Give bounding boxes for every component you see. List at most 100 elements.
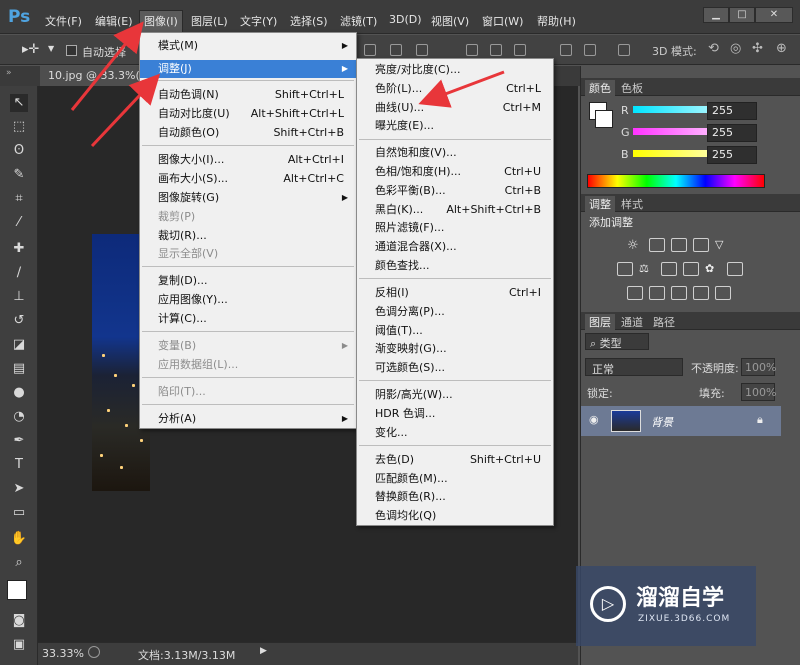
status-arrow-icon[interactable]: ▶: [260, 646, 267, 656]
menu-help[interactable]: 帮助(H): [537, 13, 576, 29]
3d-rotate-icon[interactable]: ⟲: [708, 41, 719, 56]
gradient-tool-icon[interactable]: ▤: [10, 360, 28, 378]
adjust-menu-item[interactable]: 色调分离(P)...: [357, 303, 553, 321]
tab-layers[interactable]: 图层: [585, 314, 615, 330]
chevron-down-icon[interactable]: ▼: [48, 44, 54, 53]
adjust-menu-item[interactable]: 变化...: [357, 424, 553, 442]
brush-tool-icon[interactable]: ∕: [10, 264, 28, 282]
foreground-color-swatch[interactable]: [7, 580, 27, 600]
image-menu-item[interactable]: 陷印(T)...: [140, 383, 356, 401]
dodge-tool-icon[interactable]: ◔: [10, 408, 28, 426]
menu-filter[interactable]: 滤镜(T): [340, 13, 377, 29]
auto-align-icon[interactable]: [618, 44, 630, 56]
quick-mask-icon[interactable]: ◙: [10, 612, 28, 630]
layer-filter-select[interactable]: ⌕ 类型: [585, 333, 649, 350]
type-tool-icon[interactable]: T: [10, 456, 28, 474]
adjust-menu-item[interactable]: 替换颜色(R)...: [357, 488, 553, 506]
tab-styles[interactable]: 样式: [617, 196, 647, 212]
menu-window[interactable]: 窗口(W): [482, 13, 523, 29]
tab-channels[interactable]: 通道: [617, 314, 647, 330]
image-menu-item[interactable]: 分析(A) ▶: [140, 410, 356, 428]
eyedropper-tool-icon[interactable]: ⁄: [10, 214, 28, 232]
image-menu-item[interactable]: 应用图像(Y)...: [140, 291, 356, 309]
adjust-menu-item[interactable]: HDR 色调...: [357, 405, 553, 423]
lasso-tool-icon[interactable]: ʘ: [10, 142, 28, 160]
image-menu-item[interactable]: 裁切(R)...: [140, 227, 356, 245]
adjust-menu-item[interactable]: 反相(I) Ctrl+I: [357, 284, 553, 302]
align-bottom-icon[interactable]: [416, 44, 428, 56]
3d-pan-icon[interactable]: ✣: [752, 41, 763, 56]
align-top-icon[interactable]: [364, 44, 376, 56]
curves-icon[interactable]: [671, 238, 687, 252]
blur-tool-icon[interactable]: ●: [10, 384, 28, 402]
adjust-menu-item[interactable]: 色调均化(Q): [357, 507, 553, 525]
color-balance-icon[interactable]: ⚖: [639, 262, 655, 276]
tab-paths[interactable]: 路径: [649, 314, 679, 330]
minimize-icon[interactable]: ▁: [703, 7, 729, 23]
tab-adjustments[interactable]: 调整: [585, 196, 615, 212]
hand-tool-icon[interactable]: ✋: [10, 530, 28, 548]
image-menu-item[interactable]: 自动颜色(O) Shift+Ctrl+B: [140, 124, 356, 142]
image-menu-item[interactable]: 计算(C)...: [140, 310, 356, 328]
layer-name[interactable]: 背景: [651, 414, 673, 430]
document-tab[interactable]: 10.jpg @ 33.3%(RGB/8): [40, 66, 140, 86]
image-menu-item[interactable]: 自动色调(N) Shift+Ctrl+L: [140, 86, 356, 104]
levels-icon[interactable]: [649, 238, 665, 252]
color-lookup-icon[interactable]: [727, 262, 743, 276]
menu-type[interactable]: 文字(Y): [240, 13, 277, 29]
3d-slide-icon[interactable]: ⊕: [776, 41, 787, 56]
image-menu-item[interactable]: 裁剪(P): [140, 208, 356, 226]
gradient-map-icon[interactable]: [693, 286, 709, 300]
adjust-menu-item[interactable]: 匹配颜色(M)...: [357, 470, 553, 488]
exposure-icon[interactable]: [693, 238, 709, 252]
adjust-menu-item[interactable]: 色相/饱和度(H)... Ctrl+U: [357, 163, 553, 181]
zoom-level[interactable]: 33.33%: [42, 647, 84, 660]
distribute-vcenter-icon[interactable]: [490, 44, 502, 56]
quick-select-tool-icon[interactable]: ✎: [10, 166, 28, 184]
healing-brush-tool-icon[interactable]: ✚: [10, 240, 28, 258]
bg-color-swatch[interactable]: [595, 110, 613, 128]
tab-color[interactable]: 颜色: [585, 80, 615, 96]
menu-layer[interactable]: 图层(L): [191, 13, 228, 29]
distribute-bottom-icon[interactable]: [514, 44, 526, 56]
image-menu-item[interactable]: 画布大小(S)... Alt+Ctrl+C: [140, 170, 356, 188]
invert-icon[interactable]: [627, 286, 643, 300]
image-menu-item[interactable]: 调整(J) ▶: [140, 60, 356, 78]
collapse-icon[interactable]: »: [6, 68, 12, 78]
crop-tool-icon[interactable]: ⌗: [10, 190, 28, 208]
rectangle-tool-icon[interactable]: ▭: [10, 504, 28, 522]
adjust-menu-item[interactable]: 曲线(U)... Ctrl+M: [357, 99, 553, 117]
close-icon[interactable]: ✕: [755, 7, 793, 23]
menu-view[interactable]: 视图(V): [431, 13, 469, 29]
adjust-menu-item[interactable]: 亮度/对比度(C)...: [357, 61, 553, 79]
threshold-icon[interactable]: [671, 286, 687, 300]
image-menu-item[interactable]: 模式(M) ▶: [140, 37, 356, 55]
screen-mode-icon[interactable]: ▣: [10, 636, 28, 654]
adjust-menu-item[interactable]: 自然饱和度(V)...: [357, 144, 553, 162]
fill-input[interactable]: 100%: [741, 383, 776, 401]
visibility-eye-icon[interactable]: ◉: [589, 413, 599, 426]
image-menu-item[interactable]: 自动对比度(U) Alt+Shift+Ctrl+L: [140, 105, 356, 123]
autoselect-checkbox[interactable]: [66, 45, 77, 56]
clone-stamp-tool-icon[interactable]: ⊥: [10, 288, 28, 306]
distribute-right-icon[interactable]: [584, 44, 596, 56]
distribute-left-icon[interactable]: [560, 44, 572, 56]
adjust-menu-item[interactable]: 照片滤镜(F)...: [357, 219, 553, 237]
status-icon[interactable]: [88, 646, 100, 658]
zoom-tool-icon[interactable]: ⌕: [10, 554, 28, 572]
adjust-menu-item[interactable]: 颜色查找...: [357, 257, 553, 275]
maximize-icon[interactable]: □: [729, 7, 755, 23]
image-menu-item[interactable]: 图像旋转(G) ▶: [140, 189, 356, 207]
vibrance-icon[interactable]: ▽: [715, 238, 731, 252]
distribute-top-icon[interactable]: [466, 44, 478, 56]
photo-filter-icon[interactable]: [683, 262, 699, 276]
blend-mode-select[interactable]: 正常: [585, 358, 683, 376]
pen-tool-icon[interactable]: ✒: [10, 432, 28, 450]
image-menu-item[interactable]: 变量(B) ▶: [140, 337, 356, 355]
eraser-tool-icon[interactable]: ◪: [10, 336, 28, 354]
menu-image[interactable]: 图像(I): [139, 10, 183, 33]
brightness-icon[interactable]: ☼: [627, 238, 643, 253]
adjust-menu-item[interactable]: 曝光度(E)...: [357, 117, 553, 135]
color-spectrum[interactable]: [587, 174, 765, 188]
adjust-menu-item[interactable]: 阈值(T)...: [357, 322, 553, 340]
